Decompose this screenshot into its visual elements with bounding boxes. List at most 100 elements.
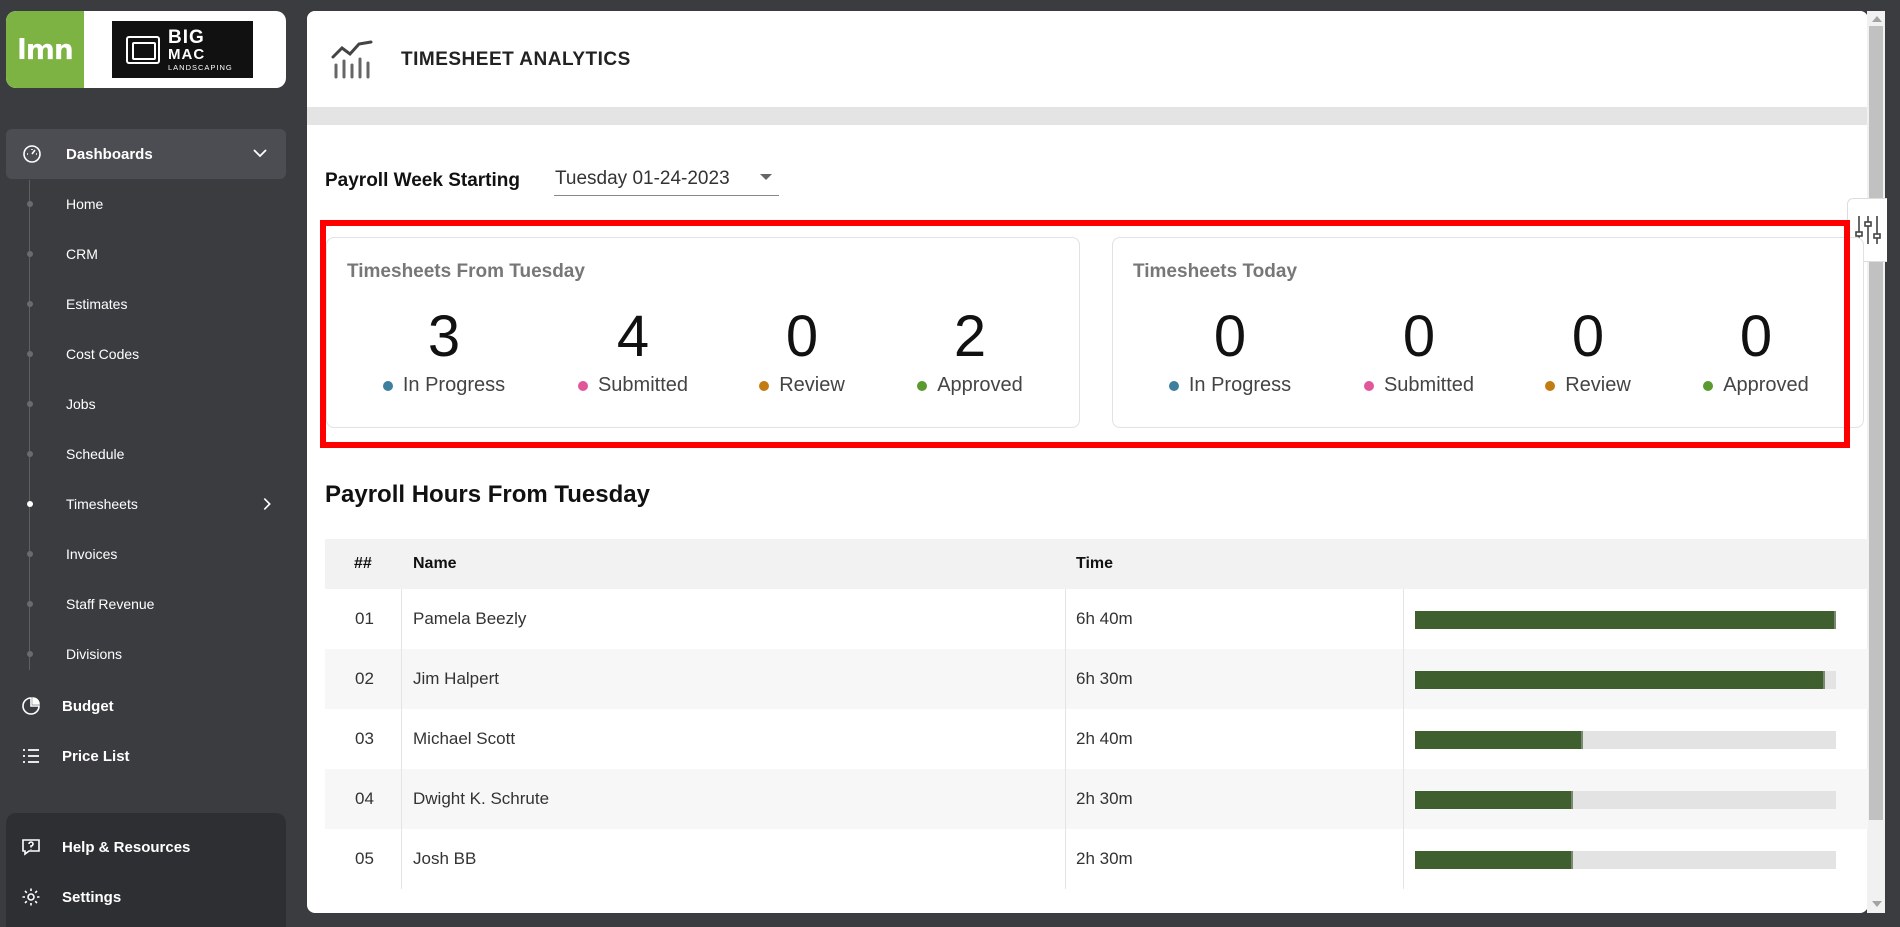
sidebar-item-timesheets[interactable]: Timesheets [0,484,290,524]
row-number: 05 [355,849,374,868]
tree-dot [27,601,33,607]
pie-chart-icon [22,697,40,715]
hours-bar-track [1415,731,1836,749]
row-number: 03 [355,729,374,748]
analytics-chart-icon [331,40,373,79]
hours-bar-track [1415,851,1836,869]
sidebar-item-schedule[interactable]: Schedule [0,434,290,474]
dropdown-caret-icon [760,174,772,180]
page-header: TIMESHEET ANALYTICS [307,11,1868,107]
hours-bar-fill [1415,611,1836,629]
sidebar-item-price-list[interactable]: Price List [0,736,290,776]
sidebar-item-invoices[interactable]: Invoices [0,534,290,574]
sidebar-item-staff-revenue[interactable]: Staff Revenue [0,584,290,624]
table-header: ## Name Time [325,539,1868,589]
hours-bar-track [1415,671,1836,689]
table-row[interactable]: 03 Michael Scott 2h 40m [325,709,1868,769]
sidebar-item-home[interactable]: Home [0,184,290,224]
list-icon [23,749,39,763]
payroll-week-select[interactable]: Tuesday 01-24-2023 [554,163,779,196]
sidebar-item-divisions[interactable]: Divisions [0,634,290,674]
company-logo-mark [126,35,160,64]
row-time: 2h 30m [1076,849,1133,868]
sidebar-item-label: Timesheets [66,496,138,512]
hours-bar-track [1415,791,1836,809]
sidebar-item-label: Estimates [66,296,128,312]
tree-dot [27,351,33,357]
row-name: Michael Scott [413,729,516,748]
header-divider [307,107,1868,125]
lmn-logo[interactable]: lmn [6,11,84,88]
chevron-right-icon [263,498,271,510]
tree-dot [27,451,33,457]
chevron-down-icon [253,149,267,158]
row-time: 2h 30m [1076,789,1133,808]
hours-bar-track [1415,611,1836,629]
hours-bar-fill [1415,671,1826,689]
sidebar-item-label: Staff Revenue [66,596,155,612]
sidebar-item-help[interactable]: Help & Resources [0,827,290,867]
company-logo-line2: MAC [168,45,206,63]
sidebar-item-settings[interactable]: Settings [0,877,290,917]
sidebar-item-label: Jobs [66,396,96,412]
sidebar-item-label: Help & Resources [62,838,191,856]
sidebar-item-label: Divisions [66,646,123,662]
gear-icon [22,888,40,906]
sidebar-item-label: Cost Codes [66,346,140,362]
row-time: 6h 30m [1076,669,1133,688]
page-title: TIMESHEET ANALYTICS [401,49,631,70]
row-number: 02 [355,669,374,688]
tree-dot-active [27,501,33,507]
hours-bar-fill [1415,851,1573,869]
column-header-number: ## [354,555,372,572]
sidebar-item-label: Home [66,196,104,212]
sidebar-item-label: Price List [62,747,130,765]
table-row[interactable]: 04 Dwight K. Schrute 2h 30m [325,769,1868,829]
tree-dot [27,401,33,407]
sidebar-item-cost-codes[interactable]: Cost Codes [0,334,290,374]
sidebar-item-label: Invoices [66,546,118,562]
scroll-up-arrow-icon[interactable] [1872,16,1882,22]
column-header-time: Time [1076,555,1114,572]
logo-area: lmn BIG MAC LANDSCAPING [6,11,286,88]
payroll-hours-title: Payroll Hours From Tuesday [325,481,650,508]
highlight-annotation-box [320,220,1850,448]
row-name: Jim Halpert [413,669,499,688]
row-number: 01 [355,609,374,628]
row-name: Pamela Beezly [413,609,527,628]
sidebar-item-label: Budget [62,697,114,715]
hours-bar-fill [1415,731,1584,749]
row-name: Josh BB [413,849,477,868]
table-row[interactable]: 01 Pamela Beezly 6h 40m [325,589,1868,649]
table-row[interactable]: 05 Josh BB 2h 30m [325,829,1868,889]
tree-dot [27,251,33,257]
sidebar-section-label: Dashboards [66,145,153,163]
sidebar-item-crm[interactable]: CRM [0,234,290,274]
gauge-icon [23,145,41,163]
tree-dot [27,301,33,307]
sidebar-item-label: Settings [62,888,122,906]
lmn-logo-text: lmn [17,33,74,66]
help-icon [22,839,40,856]
sidebar-item-jobs[interactable]: Jobs [0,384,290,424]
row-name: Dwight K. Schrute [413,789,550,808]
sidebar-item-budget[interactable]: Budget [0,686,290,726]
company-logo-line1: BIG [168,26,205,48]
payroll-week-value: Tuesday 01-24-2023 [555,168,730,189]
tree-dot [27,651,33,657]
table-row[interactable]: 02 Jim Halpert 6h 30m [325,649,1868,709]
column-header-name: Name [413,555,457,572]
row-time: 6h 40m [1076,609,1133,628]
company-logo: BIG MAC LANDSCAPING [112,21,253,78]
scrollbar-thumb[interactable] [1869,26,1883,820]
tree-dot [27,551,33,557]
sidebar-section-dashboards[interactable]: Dashboards [6,129,286,179]
row-number: 04 [355,789,374,808]
tree-dot [27,201,33,207]
sidebar-item-label: Schedule [66,446,125,462]
payroll-week-label: Payroll Week Starting [325,170,520,191]
sidebar-item-estimates[interactable]: Estimates [0,284,290,324]
row-time: 2h 40m [1076,729,1133,748]
scroll-down-arrow-icon[interactable] [1872,901,1882,907]
hours-bar-fill [1415,791,1573,809]
